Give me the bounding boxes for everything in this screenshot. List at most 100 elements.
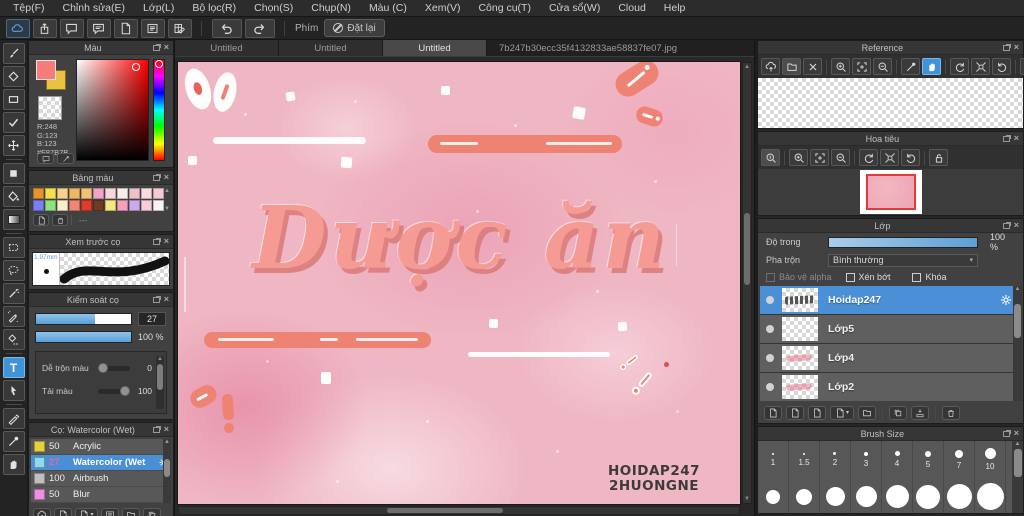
transparent-color-swatch[interactable] [38,96,62,120]
layer-row-hoidap247[interactable]: Hoidap247 [760,286,1021,314]
reference-preview-area[interactable] [758,78,1023,128]
reference-open-button[interactable] [782,58,801,75]
hue-slider[interactable] [153,59,165,161]
brush-item-acrylic[interactable]: 50 Acrylic [31,439,171,454]
slider-knob[interactable] [120,385,130,396]
close-icon[interactable]: × [164,43,169,52]
reference-lock-button[interactable] [1020,58,1024,75]
navigator-fit-button[interactable] [810,149,829,166]
close-icon[interactable]: × [1014,43,1019,52]
palette-swatch[interactable] [129,188,140,199]
add-8bit-layer-button[interactable] [786,405,804,420]
canvas-horizontal-scrollbar[interactable] [178,506,740,515]
palette-swatch[interactable] [117,200,128,211]
tool-lasso[interactable] [2,260,25,281]
brush-size-option[interactable] [820,478,851,513]
palette-swatch[interactable] [57,188,68,199]
navigator-lock-button[interactable] [929,149,948,166]
saturation-value-picker[interactable] [76,59,149,161]
color-picker-button[interactable] [57,153,74,164]
tool-move[interactable] [2,135,25,156]
menu-file[interactable]: Tệp(F) [4,0,54,16]
palette-add-button[interactable] [33,214,49,226]
clipping-checkbox[interactable] [845,272,855,282]
tool-select-rect[interactable] [2,237,25,258]
navigator-view-rect[interactable] [865,174,916,210]
close-icon[interactable]: × [164,295,169,304]
popout-icon[interactable] [1002,221,1011,229]
menu-layer[interactable]: Lớp(L) [134,0,183,16]
hue-marker[interactable] [155,60,163,68]
redo-button[interactable] [244,18,275,38]
popout-icon[interactable] [1002,134,1011,142]
navigator-thumbnail[interactable] [859,170,922,214]
popout-icon[interactable] [152,295,161,303]
palette-swatch[interactable] [93,188,104,199]
scroll-up-icon[interactable]: ▲ [1015,441,1021,447]
brush-size-option[interactable]: 1.5 [789,441,820,478]
scroll-up-icon[interactable]: ▲ [157,356,163,362]
add-layer-menu-button[interactable]: ▾ [830,405,854,420]
scroll-down-icon[interactable]: ▼ [744,495,750,503]
brush-size-option[interactable]: 2 [820,441,851,478]
close-icon[interactable]: × [1014,134,1019,143]
palette-scrollbar[interactable]: ▲ ▼ [163,188,171,212]
parameters-scrollbar[interactable]: ▲ [156,356,164,409]
load-color-slider[interactable] [98,385,130,396]
slider-knob[interactable] [98,362,108,373]
close-icon[interactable]: × [164,425,169,434]
scroll-thumb[interactable] [744,213,750,285]
close-icon[interactable]: × [1014,429,1019,438]
foreground-color-swatch[interactable] [36,60,56,80]
palette-swatch[interactable] [129,200,140,211]
tab-untitled-2[interactable]: Untitled [279,40,383,56]
brush-size-option[interactable] [758,478,789,513]
tool-pen[interactable] [2,408,25,429]
layer-settings-gear-icon[interactable] [999,293,1013,307]
tool-select-pen[interactable] [2,306,25,327]
brush-item-watercolor[interactable]: 27 Watercolor (Wet [31,455,171,470]
palette-swatch[interactable] [45,200,56,211]
tab-untitled-1[interactable]: Untitled [175,40,279,56]
layer-folder-button[interactable] [858,405,876,420]
navigator-zoom-actual-button[interactable] [761,149,780,166]
tool-operation[interactable] [2,380,25,401]
comment-button[interactable] [59,18,84,38]
layer-visibility-toggle[interactable] [766,383,774,391]
layer-visibility-toggle[interactable] [766,296,774,304]
brush-item-blur[interactable]: 50 Blur [31,487,171,502]
palette-swatch[interactable] [141,188,152,199]
reference-zoom-in-button[interactable] [831,58,850,75]
navigator-rotate-ccw-button[interactable] [859,149,878,166]
share-button[interactable] [32,18,57,38]
brush-folder-button[interactable] [122,507,140,516]
palette-swatch[interactable] [105,188,116,199]
add-layer-button[interactable] [764,405,782,420]
brush-add-button[interactable] [54,507,72,516]
tool-eraser[interactable] [2,66,25,87]
protect-alpha-checkbox[interactable] [766,272,775,282]
scroll-up-icon[interactable]: ▲ [1015,286,1021,292]
scroll-thumb[interactable] [157,364,163,390]
palette-swatch[interactable] [69,200,80,211]
reference-reset-view-button[interactable] [971,58,990,75]
tool-snap[interactable] [2,112,25,133]
popout-icon[interactable] [152,43,161,51]
navigator-preview-area[interactable] [758,169,1023,215]
document-button[interactable] [113,18,138,38]
brush-add-menu-button[interactable]: ▾ [75,507,98,516]
tool-text[interactable]: T [2,357,25,378]
edit-canvas-button[interactable] [167,18,192,38]
scroll-down-icon[interactable]: ▼ [164,206,170,212]
scroll-thumb[interactable] [387,508,503,513]
close-icon[interactable]: × [1014,221,1019,230]
menu-view[interactable]: Xem(V) [416,0,470,16]
reference-eyedropper-button[interactable] [901,58,920,75]
canvas[interactable]: Dược ăn HOIDAP247 2HUONGNE [178,62,740,504]
brush-item-airbrush[interactable]: 100 Airbrush [31,471,171,486]
scroll-up-icon[interactable]: ▲ [164,439,170,445]
palette-swatch[interactable] [105,200,116,211]
layer-row-lop4[interactable]: Lớp4 [760,344,1021,372]
palette-swatch[interactable] [33,188,44,199]
add-1bit-layer-button[interactable] [808,405,826,420]
